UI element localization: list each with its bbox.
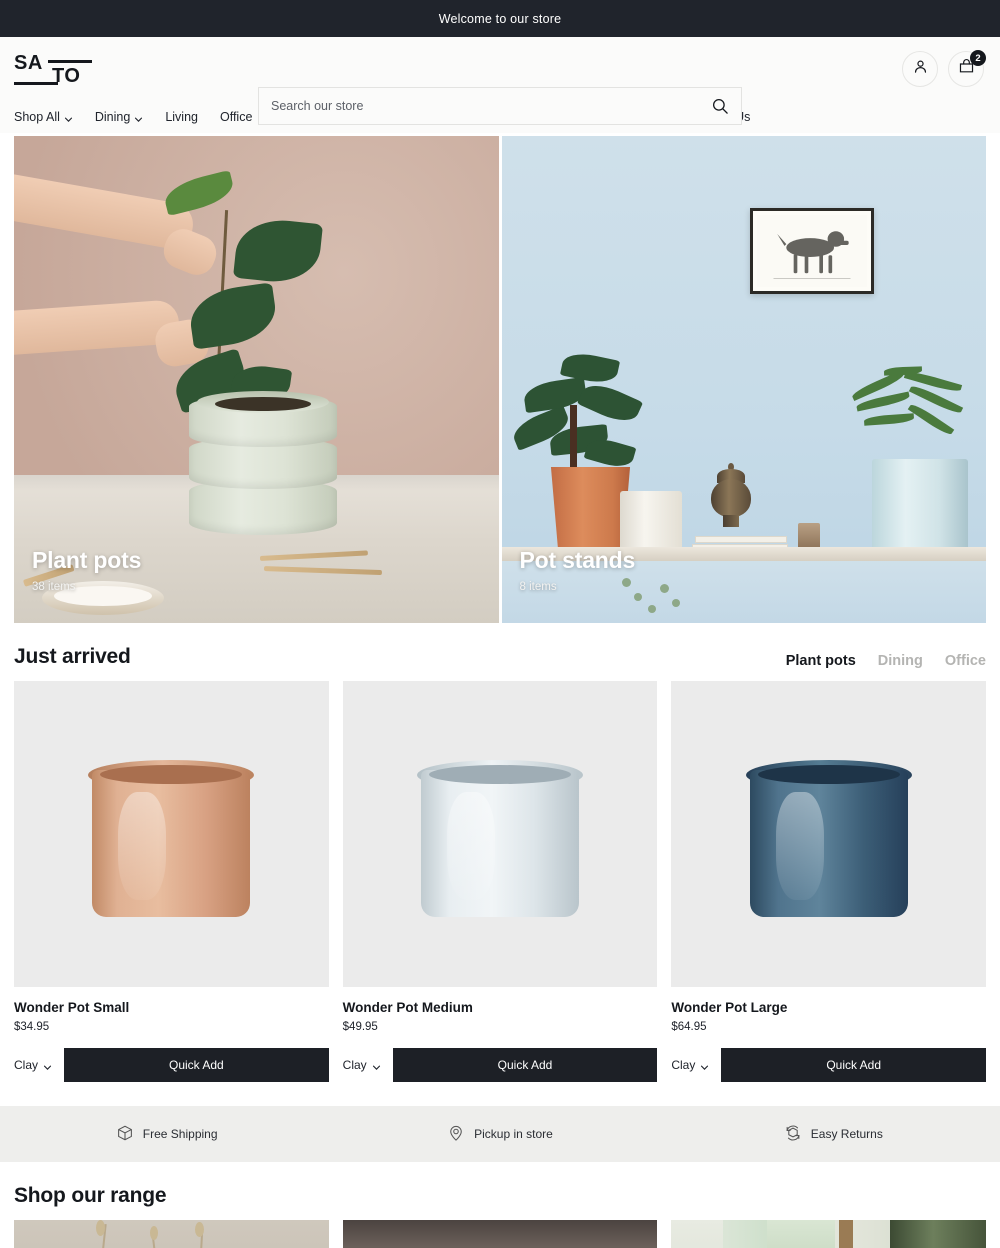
return-box-icon xyxy=(784,1124,802,1145)
hero-card-pot-stands[interactable]: Pot stands 8 items xyxy=(501,136,986,623)
variant-selector[interactable]: Clay xyxy=(671,1048,721,1082)
trust-badge-label: Free Shipping xyxy=(142,1127,218,1141)
product-name: Wonder Pot Medium xyxy=(342,1000,473,1015)
shop-range-grid xyxy=(0,1220,1000,1248)
trust-badges-bar: Free Shipping Pickup in store Easy Retur… xyxy=(0,1106,1000,1162)
shop-range-header: Shop our range xyxy=(0,1162,1000,1220)
variant-selector[interactable]: Clay xyxy=(343,1048,393,1082)
collection-tabs: Plant pots Dining Office xyxy=(786,653,986,669)
nav-item-living[interactable]: Living xyxy=(165,110,198,124)
product-price: $34.95 xyxy=(14,1021,50,1033)
chevron-down-icon xyxy=(64,113,73,122)
cart-button[interactable]: 2 xyxy=(948,50,986,87)
product-price: $49.95 xyxy=(342,1021,378,1033)
nav-label: Dining xyxy=(94,110,131,124)
nav-label: Shop All xyxy=(14,110,60,124)
product-actions: Clay Quick Add xyxy=(14,1048,329,1082)
hero-title: Pot stands xyxy=(519,547,636,573)
variant-label: Clay xyxy=(14,1058,39,1072)
product-name: Wonder Pot Large xyxy=(671,1000,788,1015)
chevron-down-icon xyxy=(43,1061,52,1070)
tab-office[interactable]: Office xyxy=(945,653,986,669)
just-arrived-header: Just arrived Plant pots Dining Office xyxy=(0,623,1000,681)
section-title-just-arrived: Just arrived xyxy=(14,645,131,668)
product-card[interactable]: Wonder Pot Large $64.95 Clay Quick Add xyxy=(671,681,986,1082)
trust-badge-label: Pickup in store xyxy=(474,1127,553,1141)
variant-label: Clay xyxy=(671,1058,696,1072)
quick-add-button[interactable]: Quick Add xyxy=(64,1048,329,1082)
range-card[interactable] xyxy=(342,1220,658,1248)
nav-item-dining[interactable]: Dining xyxy=(95,110,143,124)
logo-bar-top xyxy=(48,60,92,63)
product-actions: Clay Quick Add xyxy=(343,1048,658,1082)
user-icon xyxy=(912,58,929,80)
hero-item-count: 8 items xyxy=(519,581,557,593)
range-card[interactable] xyxy=(671,1220,986,1248)
nav-label: Living xyxy=(165,110,198,124)
pale-blue-pot xyxy=(872,459,968,551)
variant-label: Clay xyxy=(342,1058,367,1072)
framed-artwork xyxy=(749,208,874,294)
quick-add-button[interactable]: Quick Add xyxy=(721,1048,986,1082)
brass-urn xyxy=(707,463,755,529)
trust-badge-pickup-in-store: Pickup in store xyxy=(333,1124,666,1145)
logo-text-sa: SA xyxy=(14,52,43,74)
chevron-down-icon xyxy=(372,1061,381,1070)
hero-title: Plant pots xyxy=(32,547,142,573)
product-image xyxy=(342,681,658,987)
product-actions: Clay Quick Add xyxy=(671,1048,986,1082)
announcement-bar: Welcome to our store xyxy=(0,0,1000,37)
range-card[interactable] xyxy=(14,1220,329,1248)
product-card[interactable]: Wonder Pot Medium $49.95 Clay Quick Add xyxy=(342,681,658,1082)
nav-label: Office xyxy=(219,110,253,124)
chevron-down-icon xyxy=(134,113,143,122)
trust-badge-label: Easy Returns xyxy=(810,1127,883,1141)
trust-badge-free-shipping: Free Shipping xyxy=(0,1124,333,1145)
hero-item-count: 38 items xyxy=(32,581,76,593)
map-pin-icon xyxy=(447,1124,465,1145)
hero-caption-pot-stands: Pot stands 8 items xyxy=(520,547,636,593)
small-candle xyxy=(797,523,820,549)
hero-card-plant-pots[interactable]: Plant pots 38 items xyxy=(14,136,499,623)
nav-item-shop-all[interactable]: Shop All xyxy=(14,110,73,124)
tab-dining[interactable]: Dining xyxy=(878,653,923,669)
search-icon[interactable] xyxy=(711,97,729,115)
product-grid: Wonder Pot Small $34.95 Clay Quick Add W… xyxy=(0,681,1000,1082)
chevron-down-icon xyxy=(700,1061,709,1070)
product-name: Wonder Pot Small xyxy=(14,1000,130,1015)
product-image xyxy=(671,681,986,987)
logo-bar-bottom xyxy=(14,82,58,85)
site-logo[interactable]: SA TO xyxy=(14,51,92,87)
speckled-pot xyxy=(619,491,682,551)
header-actions: 2 xyxy=(902,50,986,87)
plant-philodendron xyxy=(508,349,648,489)
trust-badge-easy-returns: Easy Returns xyxy=(667,1124,1000,1145)
tab-plant-pots[interactable]: Plant pots xyxy=(786,653,856,669)
variant-selector[interactable]: Clay xyxy=(14,1048,64,1082)
product-card[interactable]: Wonder Pot Small $34.95 Clay Quick Add xyxy=(14,681,329,1082)
account-button[interactable] xyxy=(902,51,938,87)
hero-caption-plant-pots: Plant pots 38 items xyxy=(32,547,141,593)
search-bar[interactable] xyxy=(258,87,742,125)
section-title-shop-our-range: Shop our range xyxy=(14,1184,167,1207)
search-input[interactable] xyxy=(271,99,711,113)
cart-badge: 2 xyxy=(970,50,986,66)
announcement-text: Welcome to our store xyxy=(438,11,562,26)
quick-add-button[interactable]: Quick Add xyxy=(392,1048,658,1082)
product-image xyxy=(14,681,329,987)
site-header: SA TO 2 xyxy=(0,37,1000,125)
plant-palm xyxy=(846,363,976,473)
nav-item-office[interactable]: Office xyxy=(220,110,252,124)
product-price: $64.95 xyxy=(671,1021,707,1033)
box-icon xyxy=(116,1124,134,1145)
hero-collection-banners: Plant pots 38 items Pot stands 8 items xyxy=(14,136,986,623)
